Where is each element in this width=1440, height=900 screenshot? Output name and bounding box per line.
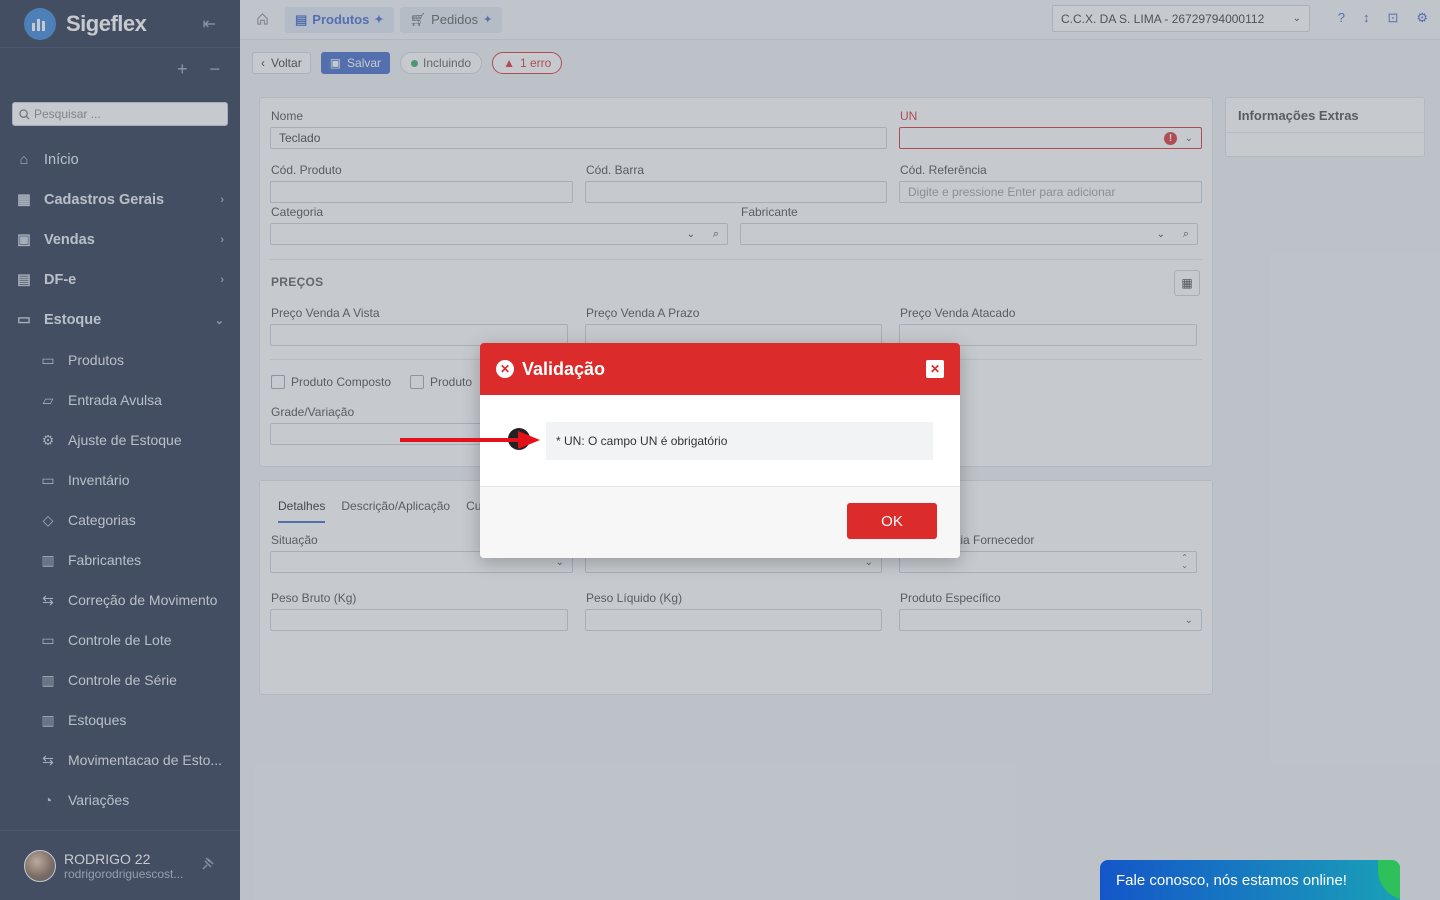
modal-title: Validação xyxy=(522,358,606,379)
chat-leaf-icon xyxy=(1378,860,1400,900)
modal-header: ✕ Validação ✕ xyxy=(480,343,960,395)
validation-modal: ✕ Validação ✕ * UN: O campo UN é obrigat… xyxy=(480,343,960,558)
annotation-arrow-icon xyxy=(400,431,540,449)
modal-body: * UN: O campo UN é obrigatório xyxy=(480,395,960,487)
close-icon[interactable]: ✕ xyxy=(926,360,944,378)
error-circle-icon: ✕ xyxy=(496,360,514,378)
chat-label: Fale conosco, nós estamos online! xyxy=(1116,871,1347,889)
chat-widget[interactable]: Fale conosco, nós estamos online! xyxy=(1100,860,1400,900)
validation-message: * UN: O campo UN é obrigatório xyxy=(546,422,933,460)
ok-button[interactable]: OK xyxy=(847,503,937,539)
modal-footer: OK xyxy=(480,487,960,558)
